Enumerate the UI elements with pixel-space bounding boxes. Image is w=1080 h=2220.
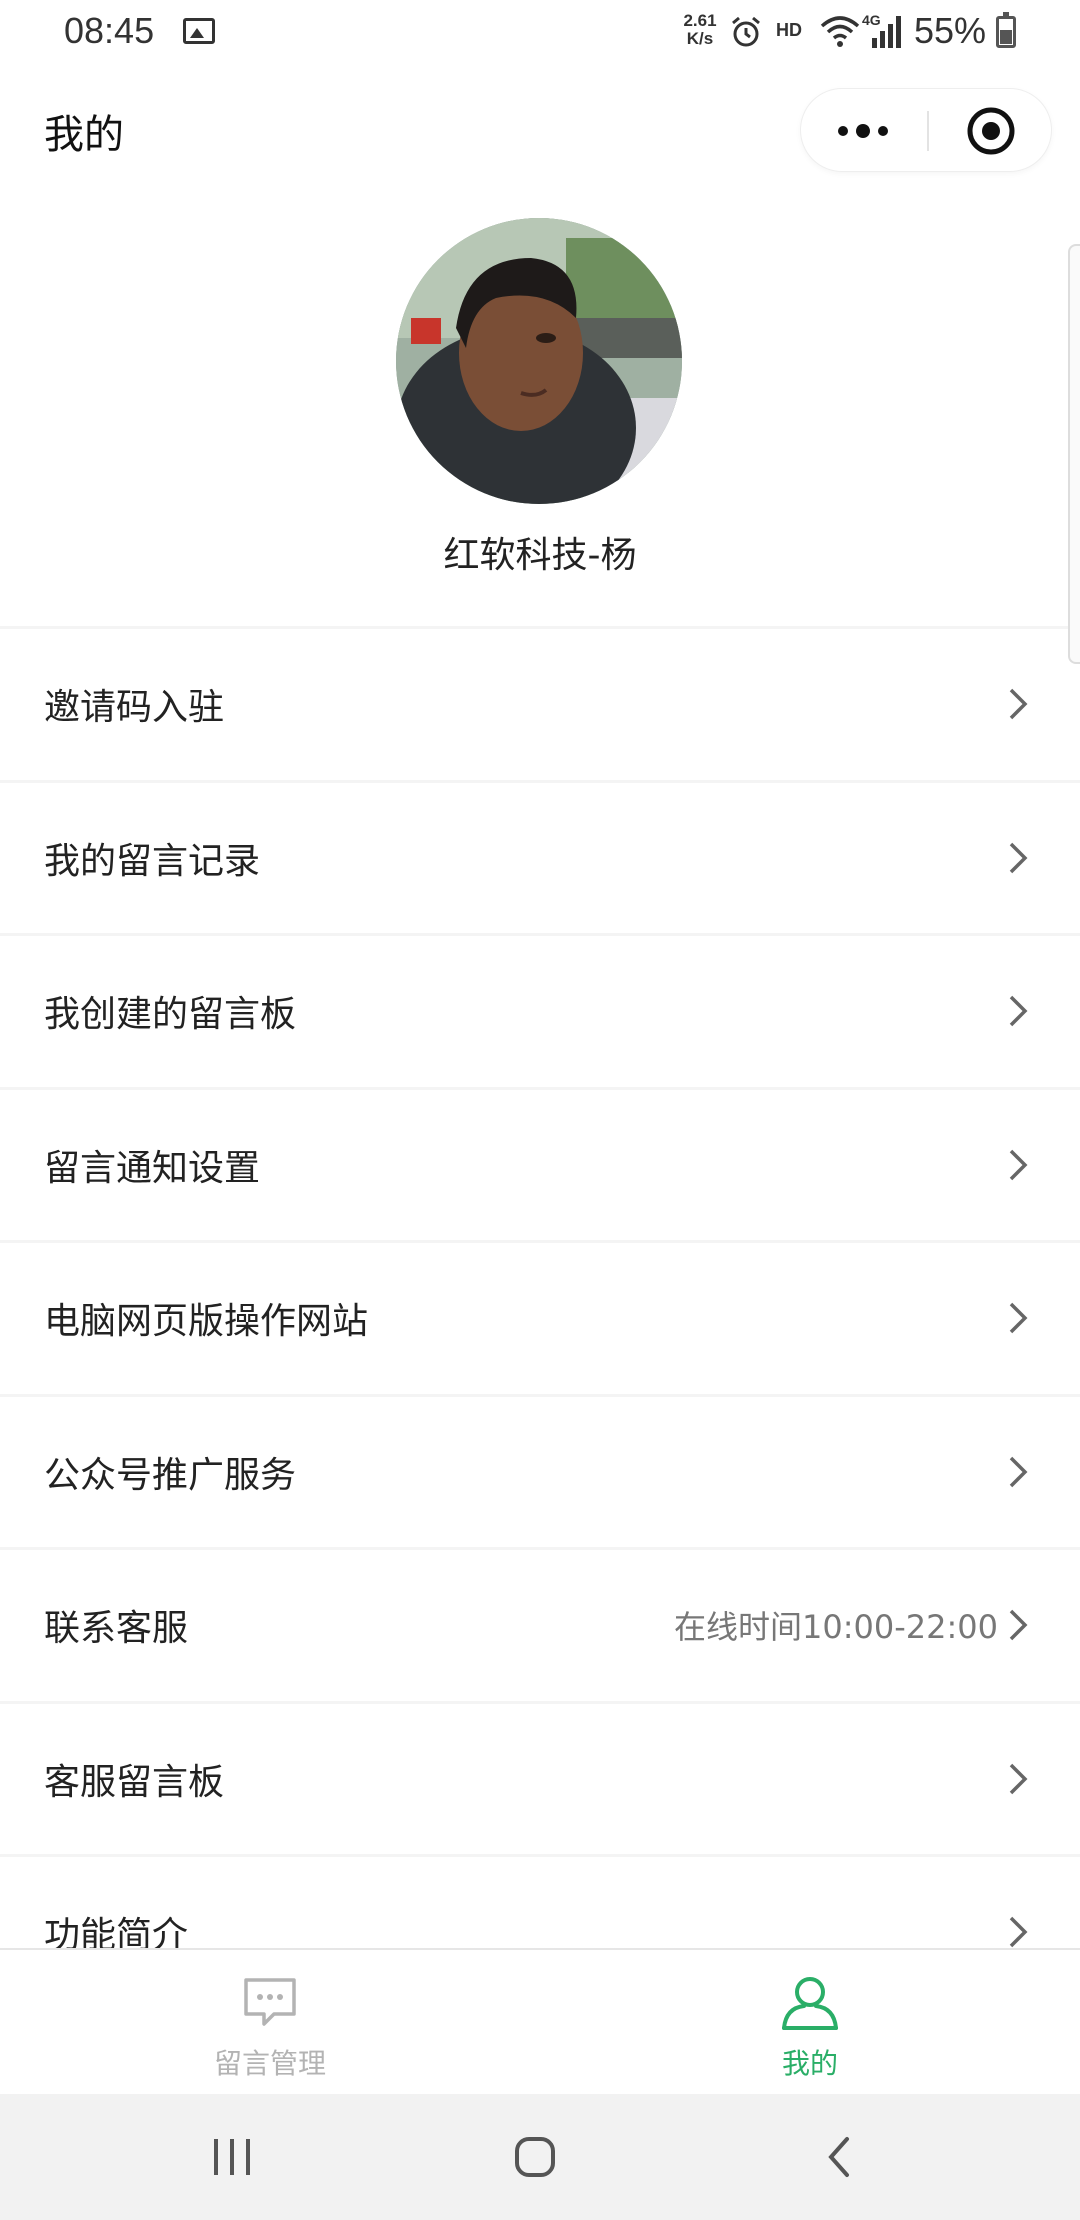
chevron-right-icon — [1009, 996, 1028, 1027]
status-bar: 08:45 2.61 K/s HD 4G 55% — [0, 0, 1080, 64]
chevron-right-icon — [1009, 842, 1028, 873]
page-title: 我的 — [44, 112, 124, 158]
recent-apps-button[interactable] — [172, 2094, 292, 2220]
menu-item-my-messages[interactable]: 我的留言记录 — [0, 779, 1080, 933]
tab-bar: 留言管理 我的 — [0, 1948, 1080, 2094]
more-button[interactable] — [801, 89, 925, 173]
home-button[interactable] — [475, 2094, 595, 2220]
recent-apps-icon — [214, 2139, 250, 2175]
menu-item-invite-code[interactable]: 邀请码入驻 — [0, 626, 1080, 780]
gallery-notification-icon — [183, 18, 215, 44]
support-hours: 在线时间10:00-22:00 — [674, 1608, 998, 1647]
menu-item-label: 电脑网页版操作网站 — [44, 1301, 369, 1343]
menu-item-official-account-promo[interactable]: 公众号推广服务 — [0, 1393, 1080, 1547]
menu-item-notification-settings[interactable]: 留言通知设置 — [0, 1086, 1080, 1240]
miniprogram-capsule — [800, 88, 1052, 172]
person-icon — [782, 1977, 838, 2030]
chevron-right-icon — [1009, 1917, 1028, 1948]
tab-message-management[interactable]: 留言管理 — [0, 1950, 540, 2096]
hd-indicator: HD — [776, 20, 802, 40]
username: 红软科技-杨 — [443, 535, 637, 576]
chevron-right-icon — [1009, 1763, 1028, 1794]
message-icon — [244, 1978, 296, 2026]
edge-drawer-handle[interactable] — [1068, 244, 1080, 664]
menu-item-label: 留言通知设置 — [44, 1147, 261, 1189]
network-speed: 2.61 K/s — [678, 12, 722, 48]
back-button[interactable] — [778, 2094, 898, 2220]
network-speed-value: 2.61 — [683, 11, 717, 30]
signal-icon — [872, 16, 901, 48]
chevron-right-icon — [1009, 1456, 1028, 1487]
menu-item-label: 邀请码入驻 — [44, 687, 225, 729]
battery-percent: 55% — [914, 10, 987, 51]
nav-bar: 我的 — [0, 64, 1080, 196]
alarm-icon — [732, 16, 760, 47]
wifi-icon — [820, 16, 860, 47]
menu-item-label: 公众号推广服务 — [44, 1454, 297, 1496]
menu-item-label: 联系客服 — [44, 1608, 189, 1650]
target-close-icon — [967, 107, 1015, 155]
menu-item-support-board[interactable]: 客服留言板 — [0, 1700, 1080, 1854]
back-icon — [828, 2137, 849, 2177]
avatar-photo — [396, 218, 682, 504]
menu-list: 邀请码入驻 我的留言记录 我创建的留言板 留言通知设置 电脑网页版操作网站 公众… — [0, 626, 1080, 2008]
home-icon — [515, 2137, 555, 2177]
menu-item-contact-support[interactable]: 联系客服 在线时间10:00-22:00 — [0, 1547, 1080, 1701]
menu-item-label: 客服留言板 — [44, 1761, 225, 1803]
chevron-right-icon — [1009, 1610, 1028, 1641]
more-dots-icon — [838, 124, 888, 138]
chevron-right-icon — [1009, 689, 1028, 720]
avatar[interactable] — [396, 218, 682, 504]
menu-item-web-version[interactable]: 电脑网页版操作网站 — [0, 1240, 1080, 1394]
battery-icon — [996, 12, 1016, 48]
status-time: 08:45 — [64, 10, 155, 51]
menu-item-label: 我创建的留言板 — [44, 994, 297, 1036]
network-speed-unit: K/s — [686, 29, 714, 48]
chevron-right-icon — [1009, 1303, 1028, 1334]
chevron-right-icon — [1009, 1149, 1028, 1180]
tab-mine[interactable]: 我的 — [540, 1950, 1080, 2096]
profile-section: 红软科技-杨 — [0, 196, 1080, 626]
menu-item-label: 我的留言记录 — [44, 840, 261, 882]
tab-label: 留言管理 — [213, 2047, 326, 2080]
menu-item-my-boards[interactable]: 我创建的留言板 — [0, 933, 1080, 1087]
system-nav-bar — [0, 2094, 1080, 2220]
close-miniprogram-button[interactable] — [929, 89, 1053, 173]
tab-label: 我的 — [781, 2047, 838, 2080]
